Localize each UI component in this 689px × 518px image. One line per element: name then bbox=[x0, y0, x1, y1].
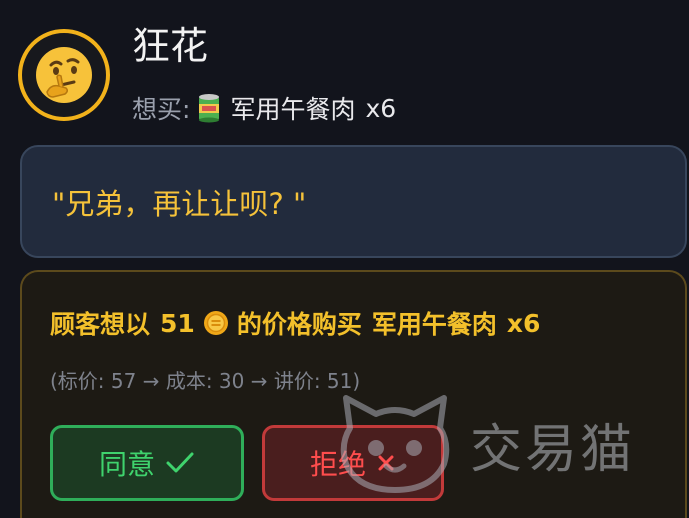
wants-item-qty: x6 bbox=[365, 93, 397, 123]
trade-screen: 狂花 想买: 军用午餐肉 x6 "兄弟，再让让呗? " 顾客想以 51 的价格购… bbox=[0, 0, 689, 518]
check-icon bbox=[165, 450, 195, 476]
customer-avatar bbox=[18, 29, 110, 121]
offer-item-qty: x6 bbox=[506, 308, 541, 338]
canned-meat-icon bbox=[196, 93, 222, 123]
speech-text: "兄弟，再让让呗? " bbox=[52, 186, 307, 221]
offer-summary: 顾客想以 51 的价格购买 军用午餐肉 x6 bbox=[50, 305, 540, 341]
agree-label: 同意 bbox=[98, 448, 155, 481]
price-breakdown: (标价: 57 → 成本: 30 → 讲价: 51) bbox=[50, 369, 361, 393]
offer-prefix: 顾客想以 bbox=[50, 310, 151, 339]
wants-label: 想买: bbox=[132, 95, 191, 124]
wants-item-name: 军用午餐肉 bbox=[230, 95, 356, 124]
thinking-face-icon bbox=[36, 47, 92, 103]
agree-button[interactable]: 同意 bbox=[50, 425, 244, 501]
reject-button[interactable]: 拒绝 bbox=[262, 425, 444, 501]
wants-line: 想买: 军用午餐肉 x6 bbox=[132, 88, 396, 128]
offer-item-name: 军用午餐肉 bbox=[371, 310, 497, 339]
offer-price: 51 bbox=[160, 308, 195, 338]
offer-panel: 顾客想以 51 的价格购买 军用午餐肉 x6 (标价: 57 → 成本: 30 … bbox=[20, 270, 687, 518]
customer-speech-bubble: "兄弟，再让让呗? " bbox=[20, 145, 687, 258]
reject-label: 拒绝 bbox=[309, 448, 366, 481]
offer-suffix: 的价格购买 bbox=[236, 310, 362, 339]
coin-icon bbox=[203, 310, 229, 336]
customer-name: 狂花 bbox=[132, 24, 209, 68]
close-icon bbox=[376, 453, 396, 473]
